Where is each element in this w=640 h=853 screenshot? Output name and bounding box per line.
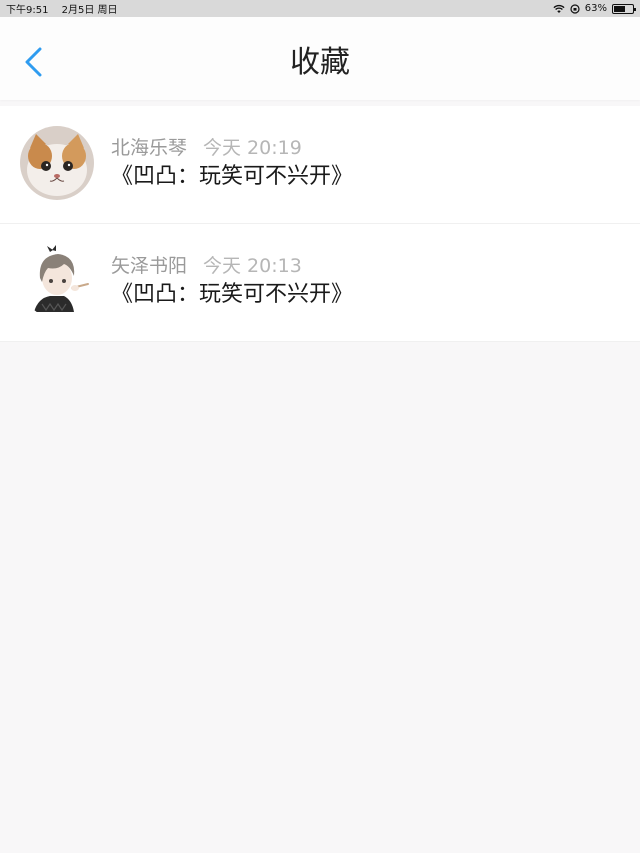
page-title: 收藏 bbox=[290, 44, 350, 80]
avatar bbox=[20, 126, 94, 200]
status-right: 63% bbox=[553, 3, 636, 14]
list-item[interactable]: 北海乐琴 今天 20:19 《凹凸：玩笑可不兴开》 bbox=[0, 106, 640, 224]
anime-boy-avatar-icon bbox=[20, 244, 94, 318]
item-time: 今天 20:19 bbox=[203, 137, 302, 159]
chevron-left-icon bbox=[25, 47, 42, 77]
navigation-bar: 收藏 bbox=[0, 17, 640, 100]
battery-icon bbox=[612, 3, 636, 14]
item-text: 北海乐琴 今天 20:19 《凹凸：玩笑可不兴开》 bbox=[111, 126, 353, 191]
list-item[interactable]: 矢泽书阳 今天 20:13 《凹凸：玩笑可不兴开》 bbox=[0, 224, 640, 342]
item-meta: 北海乐琴 今天 20:19 bbox=[111, 137, 353, 159]
item-meta: 矢泽书阳 今天 20:13 bbox=[111, 255, 353, 277]
item-time: 今天 20:13 bbox=[203, 255, 302, 277]
wifi-icon bbox=[553, 4, 565, 13]
cat-avatar-icon bbox=[20, 126, 94, 200]
avatar bbox=[20, 244, 94, 318]
item-title: 《凹凸：玩笑可不兴开》 bbox=[111, 282, 354, 307]
item-title: 《凹凸：玩笑可不兴开》 bbox=[111, 164, 354, 189]
item-text: 矢泽书阳 今天 20:13 《凹凸：玩笑可不兴开》 bbox=[111, 244, 353, 309]
status-date: 2月5日 周日 bbox=[61, 5, 118, 16]
status-left: 下午9:51 2月5日 周日 bbox=[6, 1, 128, 16]
status-time: 下午9:51 bbox=[6, 5, 49, 16]
author-name: 矢泽书阳 bbox=[111, 255, 188, 277]
favorites-list: 北海乐琴今天 20:19 《凹凸：玩笑可不兴开》 矢泽书阳今天 20:13 bbox=[0, 106, 640, 342]
battery-percent: 63% bbox=[584, 3, 607, 14]
back-button[interactable] bbox=[22, 47, 46, 77]
orientation-lock-icon bbox=[570, 3, 580, 14]
author-name: 北海乐琴 bbox=[111, 137, 188, 159]
status-bar: 下午9:51 2月5日 周日 63% bbox=[0, 0, 640, 17]
battery-fill bbox=[614, 5, 626, 12]
